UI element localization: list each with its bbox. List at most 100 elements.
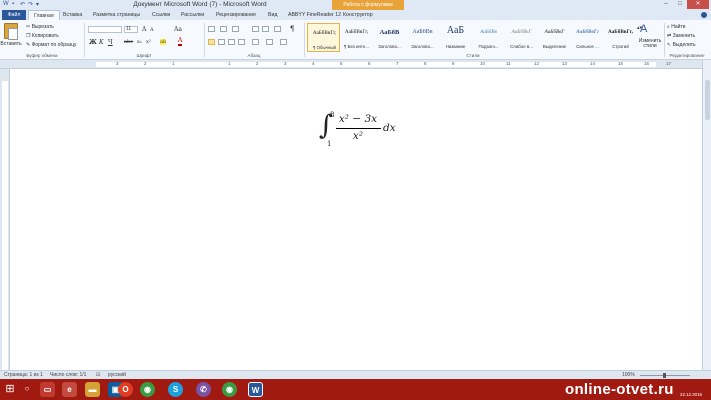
document-page[interactable]: ∫ 8 1 x² − 3x x² dx <box>11 69 702 370</box>
page-count[interactable]: Страница: 1 из 1 <box>4 372 43 378</box>
word-count[interactable]: Число слов: 1/1 <box>50 372 86 378</box>
style-no-spacing[interactable]: АаБбВвГг, ¶ Без инте... <box>340 23 373 52</box>
tab-mailings[interactable]: Рассылки <box>181 12 204 18</box>
scrollbar-thumb[interactable] <box>705 80 710 120</box>
ruler-number: 8 <box>424 61 427 66</box>
align-left-icon[interactable] <box>208 39 215 45</box>
strikethrough-button[interactable]: abe <box>124 39 133 45</box>
numerator: x² − 3x <box>338 113 378 125</box>
line-spacing-icon[interactable] <box>252 39 259 45</box>
ruler-number: 2 <box>144 61 147 66</box>
minimize-button[interactable]: – <box>659 0 673 9</box>
sort-icon[interactable] <box>274 26 281 32</box>
shading-icon[interactable] <box>266 39 273 45</box>
ruler-number: 6 <box>368 61 371 66</box>
change-styles-button[interactable]: Изменить стили <box>637 39 663 49</box>
change-styles-icon[interactable]: A <box>640 23 647 35</box>
skype-icon[interactable]: S <box>168 382 183 397</box>
font-size-field[interactable]: 11 <box>124 26 138 33</box>
ruler-number: 1 <box>228 61 231 66</box>
style-subtitle[interactable]: АаБбВв Подзаго... <box>472 23 505 52</box>
change-case-button[interactable]: Aa <box>174 26 182 33</box>
tab-design[interactable]: Конструктор <box>343 12 373 18</box>
replace-button[interactable]: ⇄ Заменить <box>667 33 695 39</box>
bold-button[interactable]: Ж <box>89 39 97 46</box>
tab-home[interactable]: Главная <box>28 10 60 20</box>
opera-icon[interactable]: O <box>118 382 133 397</box>
style-name: Заголово... <box>378 44 401 49</box>
chrome-icon[interactable]: ◉ <box>140 382 155 397</box>
zoom-slider-thumb[interactable] <box>663 373 666 378</box>
file-explorer-icon[interactable]: ▬ <box>85 382 100 397</box>
tab-page-layout[interactable]: Разметка страницы <box>93 12 140 18</box>
chrome-icon[interactable]: ◉ <box>222 382 237 397</box>
style-preview: АаБбВвГ <box>511 29 532 35</box>
language[interactable]: русский <box>108 372 126 378</box>
align-center-icon[interactable] <box>218 39 225 45</box>
tab-abbyy[interactable]: ABBYY FineReader 12 <box>288 12 341 18</box>
horizontal-ruler[interactable]: 3 2 1 1 2 3 4 5 6 7 8 9 10 11 12 13 14 1… <box>0 60 711 69</box>
style-emphasis[interactable]: АаБбВвГ Выделение <box>538 23 571 52</box>
start-button[interactable]: ⊞ <box>0 379 20 400</box>
style-title[interactable]: АаБ Название <box>439 23 472 52</box>
tray-date[interactable]: 22.12.2016 <box>680 392 702 397</box>
search-icon[interactable]: ○ <box>22 382 32 396</box>
viber-icon[interactable]: ✆ <box>196 382 211 397</box>
proofing-icon[interactable]: ☑ <box>96 372 100 378</box>
style-subtle-emphasis[interactable]: АаБбВвГ Слабое в... <box>505 23 538 52</box>
styles-group-label: Стили <box>466 53 480 58</box>
tab-insert[interactable]: Вставка <box>63 12 82 18</box>
style-normal[interactable]: АаБбВвГг, ¶ Обычный <box>307 23 340 52</box>
zoom-level[interactable]: 100% <box>622 372 635 378</box>
select-button[interactable]: ↖ Выделить <box>667 42 696 48</box>
numbering-icon[interactable] <box>220 26 227 32</box>
vertical-scrollbar[interactable] <box>702 60 711 370</box>
style-heading-2[interactable]: АаБбВв Заголово... <box>406 23 439 52</box>
style-heading-1[interactable]: АаБбВ Заголово... <box>373 23 406 52</box>
italic-button[interactable]: К <box>99 39 104 46</box>
font-name-field[interactable] <box>88 26 122 33</box>
help-icon[interactable] <box>701 12 707 18</box>
format-painter-button[interactable]: ✎ Формат по образцу <box>26 42 76 48</box>
copy-button[interactable]: ❐ Копировать <box>26 33 59 39</box>
lower-limit: 1 <box>327 140 332 148</box>
tab-references[interactable]: Ссылки <box>152 12 170 18</box>
maximize-button[interactable]: □ <box>673 0 687 9</box>
cut-label: Вырезать <box>31 24 54 30</box>
equation[interactable]: ∫ 8 1 x² − 3x x² dx <box>317 111 417 156</box>
group-divider <box>664 23 665 57</box>
close-button[interactable]: ✕ <box>687 0 709 9</box>
underline-button[interactable]: Ч <box>108 39 113 46</box>
increase-indent-icon[interactable] <box>262 26 269 32</box>
title-bar: W ▪ ↶ ↷ ▾ Документ Microsoft Word (7) - … <box>0 0 711 10</box>
style-strong[interactable]: АаБбВвГг, Строгий <box>604 23 637 52</box>
tab-review[interactable]: Рецензирование <box>216 12 256 18</box>
multilevel-list-icon[interactable] <box>232 26 239 32</box>
decrease-indent-icon[interactable] <box>252 26 259 32</box>
clipboard-group-label: Буфер обмена <box>26 53 58 58</box>
show-marks-button[interactable]: ¶ <box>290 25 294 33</box>
highlight-button[interactable]: ab <box>160 39 167 45</box>
cut-button[interactable]: ✂ Вырезать <box>26 24 54 30</box>
justify-icon[interactable] <box>238 39 245 45</box>
subscript-button[interactable]: x₂ <box>137 39 142 45</box>
paste-icon[interactable] <box>4 23 18 40</box>
bullets-icon[interactable] <box>208 26 215 32</box>
task-view-icon[interactable]: ▭ <box>40 382 55 397</box>
superscript-button[interactable]: x² <box>146 39 151 45</box>
style-intense-emphasis[interactable]: АаБбВвГг Сильное ... <box>571 23 604 52</box>
paste-button[interactable]: Вставить <box>0 41 22 47</box>
vertical-ruler[interactable] <box>0 69 10 370</box>
font-color-button[interactable]: A <box>178 38 183 46</box>
status-bar: Страница: 1 из 1 Число слов: 1/1 ☑ русск… <box>0 370 711 379</box>
grow-font-button[interactable]: A <box>142 26 146 33</box>
tab-view[interactable]: Вид <box>268 12 277 18</box>
tab-file[interactable]: Файл <box>2 10 26 20</box>
shrink-font-button[interactable]: A <box>150 27 154 33</box>
borders-icon[interactable] <box>280 39 287 45</box>
align-right-icon[interactable] <box>228 39 235 45</box>
edge-icon[interactable]: e <box>62 382 77 397</box>
find-button[interactable]: ⌕ Найти <box>667 24 685 30</box>
word-taskbar-icon[interactable]: W <box>248 382 263 397</box>
style-preview: АаБбВв <box>480 29 497 35</box>
